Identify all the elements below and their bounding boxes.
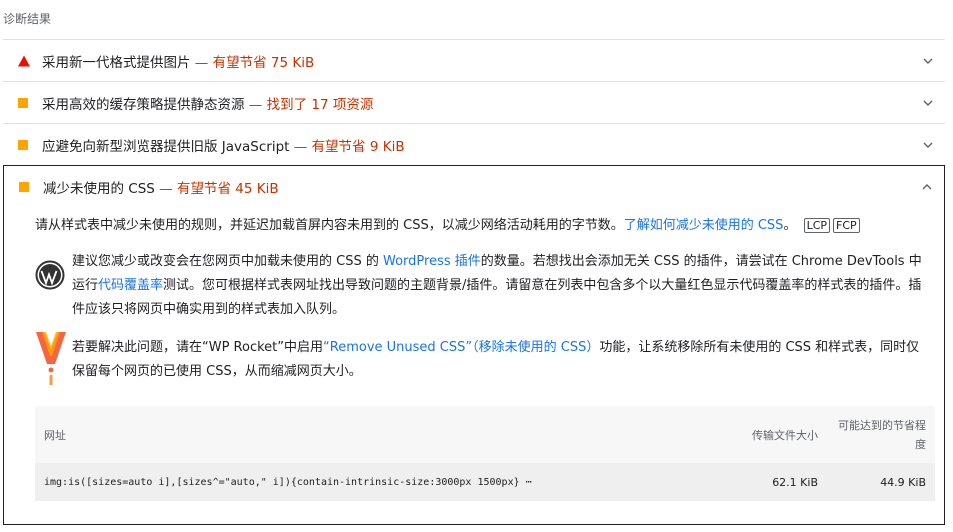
audit-display-value: 有望节省 9 KiB (311, 138, 405, 155)
average-square-icon (18, 97, 28, 108)
audit-title-line: 采用高效的缓存策略提供静态资源 — 找到了 17 项资源 (42, 93, 373, 113)
wp-rocket-text: 若要解决此问题，请在“WP Rocket”中启用“Remove Unused C… (72, 336, 930, 384)
code-coverage-link[interactable]: 代码覆盖率 (98, 278, 163, 293)
audit-unused-css: 减少未使用的 CSS — 有望节省 45 KiB 请从样式表中减少未使用的规则，… (3, 165, 945, 525)
metric-chip-fcp: FCP (833, 218, 860, 233)
audit-details: 请从样式表中减少未使用的规则，并延迟加载首屏内容未用到的 CSS，以减少网络活动… (4, 208, 944, 501)
audit-display-value: 找到了 17 项资源 (266, 96, 374, 113)
average-square-icon (18, 139, 28, 150)
metric-chip-lcp: LCP (803, 218, 831, 233)
audit-separator: — (248, 96, 263, 113)
chevron-down-icon[interactable] (921, 54, 935, 68)
chevron-down-icon[interactable] (921, 96, 935, 110)
audit-separator: — (194, 54, 209, 71)
wp-rocket-text-part: 若要解决此问题，请在“WP Rocket”中启用 (72, 340, 324, 355)
audit-title: 减少未使用的 CSS (43, 181, 155, 197)
column-header-savings: 可能达到的节省程度 (827, 406, 935, 463)
fail-triangle-icon (18, 55, 30, 66)
learn-more-link[interactable]: 了解如何减少未使用的 CSS (624, 218, 784, 233)
audit-title: 采用新一代格式提供图片 (42, 54, 191, 71)
details-table: 网址 传输文件大小 可能达到的节省程度 img:is([sizes=auto i… (35, 406, 935, 501)
wordpress-plugins-link[interactable]: WordPress 插件 (383, 254, 481, 269)
audit-display-value: 有望节省 75 KiB (212, 54, 315, 71)
table-header-row: 网址 传输文件大小 可能达到的节省程度 (35, 406, 935, 463)
audit-description: 请从样式表中减少未使用的规则，并延迟加载首屏内容未用到的 CSS，以减少网络活动… (35, 208, 930, 236)
audit-title: 应避免向新型浏览器提供旧版 JavaScript (42, 138, 290, 155)
audit-header[interactable]: 采用高效的缓存策略提供静态资源 — 找到了 17 项资源 (3, 82, 945, 123)
audit-title-line: 采用新一代格式提供图片 — 有望节省 75 KiB (42, 51, 314, 71)
description-text: 请从样式表中减少未使用的规则，并延迟加载首屏内容未用到的 CSS，以减少网络活动… (35, 218, 624, 233)
audit-legacy-javascript: 应避免向新型浏览器提供旧版 JavaScript — 有望节省 9 KiB (3, 123, 945, 165)
audit-modern-image-formats: 采用新一代格式提供图片 — 有望节省 75 KiB (3, 39, 945, 81)
remove-unused-css-link[interactable]: “Remove Unused CSS”（移除未使用的 CSS） (323, 340, 599, 355)
audit-title: 采用高效的缓存策略提供静态资源 (42, 96, 245, 113)
audit-cache-policy: 采用高效的缓存策略提供静态资源 — 找到了 17 项资源 (3, 81, 945, 123)
audit-header[interactable]: 减少未使用的 CSS — 有望节省 45 KiB (4, 166, 944, 208)
description-end: 。 (783, 218, 797, 233)
chevron-down-icon[interactable] (921, 138, 935, 152)
wp-rocket-logo-icon (36, 332, 66, 385)
audit-header[interactable]: 应避免向新型浏览器提供旧版 JavaScript — 有望节省 9 KiB (3, 124, 945, 165)
wordpress-stack-pack: 建议您减少或改变会在您网页中加载未使用的 CSS 的 WordPress 插件的… (35, 250, 930, 322)
audit-title-line: 减少未使用的 CSS — 有望节省 45 KiB (43, 177, 279, 197)
audit-display-value: 有望节省 45 KiB (176, 181, 279, 197)
section-title: 诊断结果 (3, 12, 52, 26)
column-header-url: 网址 (35, 406, 717, 463)
average-square-icon (19, 182, 29, 192)
url-cell[interactable]: img:is([sizes=auto i],[sizes^="auto," i]… (35, 463, 717, 501)
savings-cell: 44.9 KiB (827, 463, 935, 501)
audit-separator: — (159, 181, 173, 197)
audit-header[interactable]: 采用新一代格式提供图片 — 有望节省 75 KiB (3, 40, 945, 81)
audit-title-line: 应避免向新型浏览器提供旧版 JavaScript — 有望节省 9 KiB (42, 135, 405, 155)
wordpress-text-part: 测试。您可根据样式表网址找出导致问题的主题背景/插件。请留意在列表中包含多个以大… (72, 278, 922, 317)
wordpress-text-part: 建议您减少或改变会在您网页中加载未使用的 CSS 的 (72, 254, 383, 269)
table-row: img:is([sizes=auto i],[sizes^="auto," i]… (35, 463, 935, 501)
wordpress-text: 建议您减少或改变会在您网页中加载未使用的 CSS 的 WordPress 插件的… (72, 250, 930, 322)
wordpress-logo-icon (35, 260, 65, 290)
transfer-size-cell: 62.1 KiB (717, 463, 827, 501)
column-header-transfer-size: 传输文件大小 (717, 406, 827, 463)
chevron-up-icon[interactable] (920, 180, 934, 194)
audit-separator: — (293, 138, 308, 155)
wp-rocket-stack-pack: 若要解决此问题，请在“WP Rocket”中启用“Remove Unused C… (35, 332, 930, 386)
